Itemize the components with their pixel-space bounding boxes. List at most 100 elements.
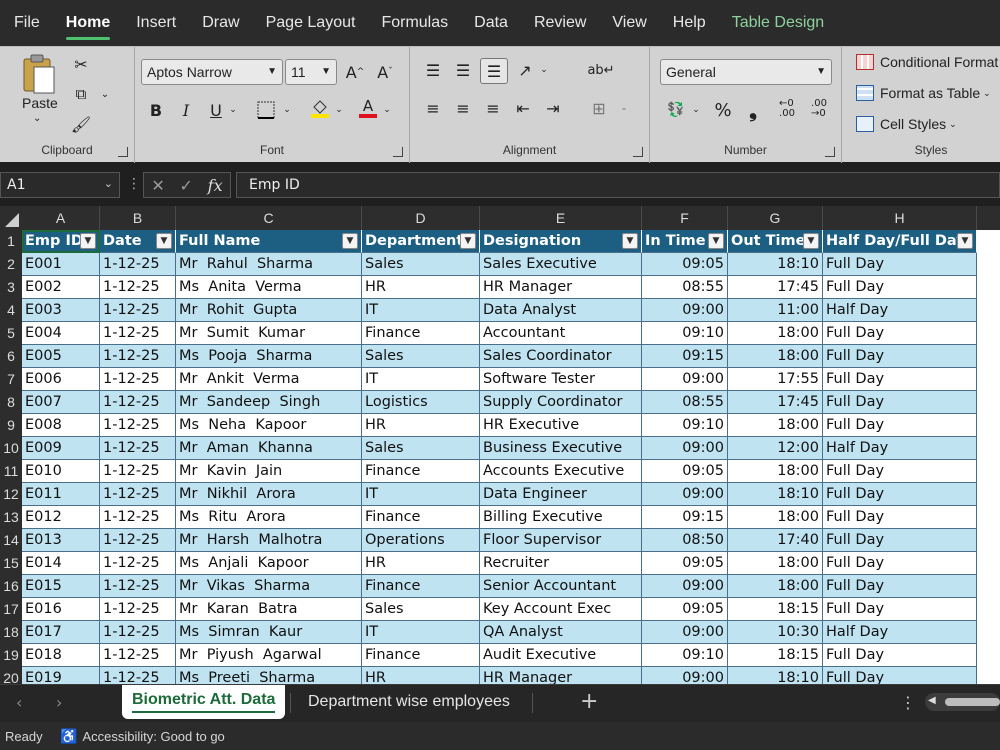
merge-center-icon[interactable]: ⊞	[588, 97, 610, 119]
table-cell[interactable]: Finance	[362, 644, 480, 667]
filter-dropdown-icon[interactable]: ▼	[803, 233, 819, 249]
accounting-dropdown-icon[interactable]: ⌄	[690, 99, 702, 121]
tab-page-layout[interactable]: Page Layout	[266, 0, 356, 46]
table-cell[interactable]: Mr Vikas Sharma	[176, 575, 362, 598]
align-middle-icon[interactable]: ☰	[452, 59, 474, 81]
table-cell[interactable]: E008	[22, 414, 100, 437]
table-cell[interactable]: Full Day	[823, 598, 977, 621]
header-cell[interactable]: Department ▼	[362, 230, 480, 253]
accessibility-status[interactable]: ♿ Accessibility: Good to go	[60, 728, 225, 745]
name-box[interactable]: A1 ⌄	[0, 172, 120, 198]
table-cell[interactable]: 1-12-25	[100, 368, 176, 391]
table-cell[interactable]: Ms Neha Kapoor	[176, 414, 362, 437]
worksheet-grid[interactable]: ABCDEFGH 1 2 3 4 5 6 7 8 9 10 11 12 13 14 15 16 17 18 19 20…	[0, 206, 1000, 684]
decrease-font-icon[interactable]: Aˇ	[373, 61, 397, 83]
column-header-e[interactable]: E	[480, 206, 642, 230]
underline-dropdown-icon[interactable]: ⌄	[227, 99, 239, 121]
filter-dropdown-icon[interactable]: ▼	[80, 233, 96, 249]
table-cell[interactable]: 18:00	[728, 575, 823, 598]
borders-dropdown-icon[interactable]: ⌄	[281, 99, 293, 121]
table-cell[interactable]: Mr Sandeep Singh	[176, 391, 362, 414]
table-cell[interactable]: Ms Anita Verma	[176, 276, 362, 299]
table-cell[interactable]: Mr Kavin Jain	[176, 460, 362, 483]
more-options-icon[interactable]: ⋮	[127, 176, 141, 192]
filter-dropdown-icon[interactable]: ▼	[460, 233, 476, 249]
table-cell[interactable]: 09:10	[642, 414, 728, 437]
table-cell[interactable]: E003	[22, 299, 100, 322]
table-cell[interactable]: Full Day	[823, 322, 977, 345]
table-cell[interactable]: Full Day	[823, 253, 977, 276]
column-header-f[interactable]: F	[642, 206, 728, 230]
table-cell[interactable]: Accounts Executive	[480, 460, 642, 483]
table-cell[interactable]: 09:00	[642, 621, 728, 644]
font-launcher-icon[interactable]	[393, 147, 403, 157]
table-cell[interactable]: 1-12-25	[100, 483, 176, 506]
table-cell[interactable]: 1-12-25	[100, 621, 176, 644]
row-header[interactable]: 15	[0, 552, 22, 575]
borders-icon[interactable]	[255, 99, 277, 121]
header-cell[interactable]: Designation ▼	[480, 230, 642, 253]
table-cell[interactable]: Mr Rohit Gupta	[176, 299, 362, 322]
italic-icon[interactable]: I	[175, 99, 197, 121]
table-cell[interactable]: E013	[22, 529, 100, 552]
table-cell[interactable]: Full Day	[823, 276, 977, 299]
table-cell[interactable]: 18:00	[728, 345, 823, 368]
row-header[interactable]: 18	[0, 621, 22, 644]
merge-dropdown-icon[interactable]: ⌄	[618, 97, 630, 119]
column-header-b[interactable]: B	[100, 206, 176, 230]
row-header[interactable]: 4	[0, 299, 22, 322]
table-cell[interactable]: 09:00	[642, 368, 728, 391]
tab-insert[interactable]: Insert	[136, 0, 176, 46]
table-cell[interactable]: Logistics	[362, 391, 480, 414]
table-cell[interactable]: Ms Simran Kaur	[176, 621, 362, 644]
table-cell[interactable]: Half Day	[823, 437, 977, 460]
table-cell[interactable]: E006	[22, 368, 100, 391]
increase-decimal-icon[interactable]: ←0.00	[774, 97, 800, 121]
number-launcher-icon[interactable]	[825, 147, 835, 157]
table-cell[interactable]: Recruiter	[480, 552, 642, 575]
more-options-icon[interactable]: ⋮	[900, 693, 916, 712]
header-cell[interactable]: Date ▼	[100, 230, 176, 253]
add-sheet-icon[interactable]: +	[580, 689, 598, 714]
table-cell[interactable]: Accountant	[480, 322, 642, 345]
table-cell[interactable]: Data Engineer	[480, 483, 642, 506]
table-cell[interactable]: E005	[22, 345, 100, 368]
increase-font-icon[interactable]: A ^	[343, 61, 367, 83]
table-cell[interactable]: Key Account Exec	[480, 598, 642, 621]
underline-icon[interactable]: U	[205, 99, 227, 121]
row-header[interactable]: 3	[0, 276, 22, 299]
table-cell[interactable]: 17:55	[728, 368, 823, 391]
table-cell[interactable]: Mr Piyush Agarwal	[176, 644, 362, 667]
table-cell[interactable]: Mr Karan Batra	[176, 598, 362, 621]
decrease-indent-icon[interactable]: ⇤	[512, 97, 534, 119]
table-cell[interactable]: Mr Rahul Sharma	[176, 253, 362, 276]
tab-review[interactable]: Review	[534, 0, 586, 46]
table-cell[interactable]: 09:10	[642, 644, 728, 667]
table-cell[interactable]: IT	[362, 483, 480, 506]
comma-style-icon[interactable]: ❟	[744, 98, 762, 122]
paste-dropdown-icon[interactable]: ⌄	[33, 113, 41, 124]
table-cell[interactable]: Data Analyst	[480, 299, 642, 322]
table-cell[interactable]: Sales	[362, 253, 480, 276]
table-cell[interactable]: E007	[22, 391, 100, 414]
table-cell[interactable]: 12:00	[728, 437, 823, 460]
table-cell[interactable]: 1-12-25	[100, 644, 176, 667]
table-cell[interactable]: 18:15	[728, 644, 823, 667]
align-left-icon[interactable]: ≡	[422, 97, 444, 119]
table-cell[interactable]: HR Manager	[480, 276, 642, 299]
table-cell[interactable]: Mr Aman Khanna	[176, 437, 362, 460]
header-cell[interactable]: In Time ▼	[642, 230, 728, 253]
table-cell[interactable]: 1-12-25	[100, 575, 176, 598]
clipboard-launcher-icon[interactable]	[118, 147, 128, 157]
filter-dropdown-icon[interactable]: ▼	[708, 233, 724, 249]
table-cell[interactable]: IT	[362, 368, 480, 391]
conditional-formatting-button[interactable]: Conditional Format	[856, 54, 998, 70]
next-sheet-icon[interactable]: ›	[56, 693, 62, 712]
table-cell[interactable]: 09:15	[642, 345, 728, 368]
paste-icon[interactable]	[18, 53, 60, 95]
table-cell[interactable]: HR	[362, 667, 480, 684]
table-cell[interactable]: Sales	[362, 437, 480, 460]
filter-dropdown-icon[interactable]: ▼	[156, 233, 172, 249]
table-cell[interactable]: Billing Executive	[480, 506, 642, 529]
table-cell[interactable]: Mr Sumit Kumar	[176, 322, 362, 345]
